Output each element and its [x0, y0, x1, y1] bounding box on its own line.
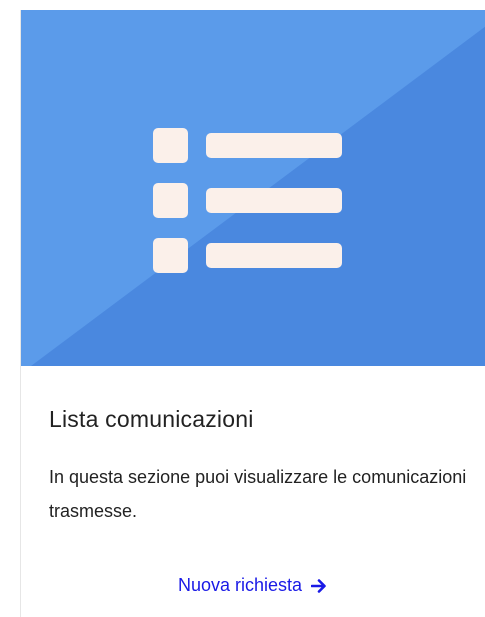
card: Lista comunicazioni In questa sezione pu… — [20, 10, 485, 617]
new-request-link-label: Nuova richiesta — [178, 575, 303, 595]
new-request-link[interactable]: Nuova richiesta — [178, 575, 327, 596]
card-description: In questa sezione puoi visualizzare le c… — [49, 467, 467, 521]
card-hero-image — [21, 10, 485, 366]
arrow-right-icon — [310, 578, 327, 594]
list-icon — [153, 128, 342, 273]
card-title: Lista comunicazioni — [49, 406, 254, 432]
